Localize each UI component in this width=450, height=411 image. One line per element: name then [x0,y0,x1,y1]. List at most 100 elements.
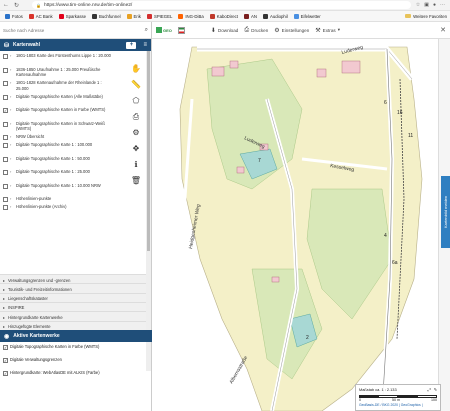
expand-icon[interactable]: › [10,196,14,202]
expand-icon[interactable]: › [10,134,14,140]
layer-label: Digitale Topographische Karte 1 : 50.000 [16,155,90,161]
layer-checkbox[interactable] [3,183,8,189]
active-layer-checkbox[interactable]: ✓ [3,371,8,376]
bookmark-item[interactable]: Eifelwetter [292,13,323,19]
active-layer-item[interactable]: ✓ Digitale Verwaltungsgrenzen [0,357,146,363]
delete-icon[interactable]: 🗑 [129,174,143,187]
add-button[interactable]: + [126,41,137,49]
expand-icon[interactable]: › [10,80,14,91]
back-icon[interactable]: ← [3,2,9,8]
settings-button[interactable]: ⚙ Einstellungen [274,27,309,34]
bookmark-item[interactable]: Buchfunnel [90,13,123,19]
layer-checkbox[interactable] [3,170,8,175]
layer-item[interactable]: › Höhenlinien-punkte [0,196,146,202]
favicon-icon [262,13,268,19]
map-canvas[interactable]: Luderweg Kesselweg Heidgesheimer Weg Lud… [152,39,438,411]
other-favorites-folder[interactable]: Weitere Favoriten [405,14,447,19]
url-field[interactable]: 🔒 https://www.tim-online.nrw.de/tim-onli… [32,1,411,9]
building [271,276,280,283]
layer-label: Digitale Topographische Karte 1 : 100.00… [16,142,93,147]
favicon-icon [5,13,10,19]
bookmark-item[interactable]: AN [242,13,259,19]
expand-icon[interactable]: › [10,53,14,59]
layer-item[interactable]: › 1801-1803 Karte des Fürstenthums Lippe … [0,53,146,59]
layer-checkbox[interactable] [3,54,8,59]
kartenwahl-header: ⛁ Kartenwahl + ≡ [0,39,151,51]
bookmark-item[interactable]: ING-DiBa [176,13,205,19]
layer-checkbox[interactable] [3,197,8,202]
ruler-icon[interactable]: 📏 [129,78,143,91]
expand-icon[interactable]: › [10,169,14,175]
layer-item[interactable]: › Höhenlinien-punkte (Archiv) [0,204,146,210]
layer-checkbox[interactable] [3,135,8,140]
collections-icon[interactable]: ▣ [424,2,429,8]
gear-icon: ⚙ [274,27,280,34]
expand-icon[interactable]: › [10,142,14,148]
chevron-right-icon: ▸ [3,314,6,320]
close-icon[interactable]: ✕ [440,26,446,34]
layer-label: Höhenlinien-punkte [16,196,52,201]
download-button[interactable]: ⬇ Download [211,27,238,34]
layer-checkbox[interactable] [3,81,8,86]
bookmark-item[interactable]: Sparkasse [57,13,88,19]
bookmark-item[interactable]: Erik [125,13,143,19]
layer-checkbox[interactable] [3,205,8,210]
layer-checkbox[interactable] [3,156,8,162]
layer-checkbox[interactable] [3,121,8,127]
layer-label: Digitale Topographische Karte 1 : 25.000 [16,169,90,174]
star-icon[interactable]: ☆ [416,2,420,8]
menu-icon[interactable]: ≡ [143,42,147,48]
logo-text: GEO [163,27,172,33]
favicon-icon [178,13,184,19]
house-number: 7 [258,158,261,164]
house-number: 2 [306,335,309,341]
bookmarks-bar: Fotos AC Bank Sparkasse Buchfunnel Erik SPIEG… [0,11,450,22]
edit-icon[interactable]: ✎ [434,387,437,392]
search-input[interactable] [3,25,145,35]
map-toolbar: GEO ⬇ Download ⎙ Drucken ⚙ Einstellungen ⚒ E… [152,22,450,39]
area-measure-icon[interactable]: ⬠ [129,94,143,107]
expand-icon[interactable]: › [10,121,14,132]
bookmark-item[interactable]: Fotos [3,13,25,19]
expand-icon[interactable]: › [10,204,14,210]
expand-icon[interactable]: › [10,67,14,78]
scrollbar-thumb[interactable] [147,51,150,251]
attribution[interactable]: GeoBasis-DE / BKG 2020 | GeoGraphics | [359,403,437,407]
active-layer-item[interactable]: ✓ Digitale Topographische Karten in Farbe… [0,344,146,350]
layer-checkbox[interactable] [3,67,8,73]
print-icon[interactable]: ⎙ [129,110,143,123]
report-map-tab[interactable]: Kartenbild melden [441,176,450,248]
settings-tool-icon[interactable]: ⚙ [129,126,143,139]
active-layer-checkbox[interactable]: ✓ [3,345,8,350]
expand-icon[interactable]: › [10,107,14,113]
layer-checkbox[interactable] [3,94,8,100]
layer-label: 1836-1850 Uraufnahme 1 : 25.000 Preußisc… [16,66,101,78]
profile-icon[interactable]: ● [433,2,436,8]
scale-box: Maßstab ca. 1 : 2.133 ⤢ ✎ 0 50 m 100 Geo… [355,384,441,411]
bookmark-item[interactable]: Audiophil [261,13,290,19]
expand-icon[interactable]: › [10,94,14,100]
active-layer-checkbox[interactable]: ✓ [3,358,8,363]
layer-checkbox[interactable]: ✓ [3,108,8,113]
active-layer-item[interactable]: ✓ Hintergrundkarte: WebAtlasDE mit ALKIS … [0,370,146,376]
bookmark-item[interactable]: AC Bank [27,13,55,19]
layer-label: Digitale Topographische Karten in Schwar… [16,120,105,132]
extras-button[interactable]: ⚒ Extras ▾ [315,27,340,34]
info-icon[interactable]: ℹ [129,158,143,171]
house-number: 6 [384,100,387,106]
hand-icon[interactable]: ✋ [129,62,143,75]
bookmark-item[interactable]: KaboDirect [208,13,240,19]
print-button[interactable]: ⎙ Drucken [244,27,268,34]
more-icon[interactable]: ⋯ [440,2,445,8]
expand-icon[interactable]: › [10,183,14,189]
zoom-icon[interactable]: ⤢ [428,387,431,392]
chevron-down-icon: ▾ [337,27,340,32]
refresh-icon[interactable]: ↻ [14,2,19,9]
bookmark-item[interactable]: SPIEGEL [145,13,174,19]
layer-checkbox[interactable] [3,143,8,148]
layer-label: Digitale Topographische Karte 1 : 10.000… [16,182,101,188]
expand-icon[interactable]: › [10,156,14,162]
search-icon[interactable]: ⌕ [145,27,148,34]
building [341,60,361,74]
move-icon[interactable]: ✥ [129,142,143,155]
